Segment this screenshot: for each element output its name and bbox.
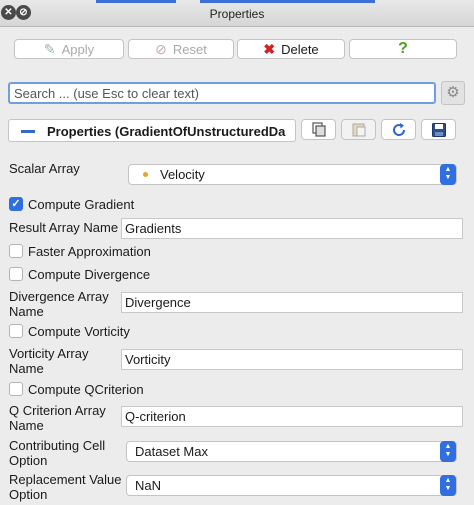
compute-divergence-label: Compute Divergence — [28, 267, 151, 282]
faster-approximation-label: Faster Approximation — [28, 244, 151, 259]
paste-button[interactable] — [341, 119, 376, 140]
result-array-name-label: Result Array Name — [9, 220, 119, 235]
window-title: Properties — [209, 7, 265, 21]
apply-button[interactable]: ✎ Apply — [14, 39, 124, 59]
contributing-cell-value: Dataset Max — [135, 444, 208, 459]
divergence-array-label: Divergence Array Name — [9, 289, 109, 319]
contributing-cell-label: Contributing Cell Option — [9, 438, 105, 468]
collapse-icon[interactable] — [21, 130, 35, 133]
reset-label: Reset — [172, 41, 207, 57]
compute-qcriterion-label: Compute QCriterion — [28, 382, 144, 397]
help-button[interactable]: ? — [349, 39, 457, 59]
delete-label: Delete — [281, 41, 319, 57]
apply-label: Apply — [61, 41, 95, 57]
compute-divergence-checkbox[interactable] — [9, 267, 23, 281]
qcriterion-array-label: Q Criterion Array Name — [9, 403, 106, 433]
point-data-icon — [143, 172, 148, 177]
section-header[interactable]: Properties (GradientOfUnstructuredDa — [8, 119, 296, 142]
replacement-value-select[interactable]: NaN ▲ ▼ — [126, 475, 457, 496]
divergence-array-input[interactable]: Divergence — [121, 292, 463, 313]
replacement-value-label-line2: Option — [9, 487, 48, 502]
faster-approximation-checkbox[interactable] — [9, 244, 23, 258]
paste-icon — [352, 123, 365, 137]
section-title: Properties (GradientOfUnstructuredDa — [47, 124, 286, 139]
tab-indicator-2 — [200, 0, 375, 3]
vorticity-array-label-line2: Name — [9, 361, 44, 376]
gear-icon[interactable]: ⚙ — [441, 81, 465, 105]
contributing-cell-select[interactable]: Dataset Max ▲ ▼ — [126, 441, 457, 462]
dropdown-arrow-icon: ▲ ▼ — [440, 475, 456, 496]
save-icon — [431, 122, 446, 137]
reset-button[interactable]: ⊘ Reset — [128, 39, 234, 59]
qcriterion-array-label-line2: Name — [9, 418, 44, 433]
copy-button[interactable] — [301, 119, 336, 140]
vorticity-array-label: Vorticity Array Name — [9, 346, 88, 376]
refresh-icon — [392, 122, 405, 136]
compute-vorticity-label: Compute Vorticity — [28, 324, 130, 339]
divergence-array-label-line1: Divergence Array — [9, 289, 109, 304]
apply-icon: ✎ — [43, 40, 56, 57]
vorticity-array-label-line1: Vorticity Array — [9, 346, 89, 361]
delete-button[interactable]: ✖ Delete — [237, 39, 345, 59]
title-bar: ✕ ⊘ Properties — [0, 0, 474, 27]
help-icon: ? — [398, 40, 408, 57]
replacement-value-label-line1: Replacement Value — [9, 472, 122, 487]
compute-vorticity-checkbox[interactable] — [9, 324, 23, 338]
replacement-value-value: NaN — [135, 478, 162, 493]
dropdown-arrow-icon: ▲ ▼ — [440, 441, 456, 462]
scalar-array-label: Scalar Array — [9, 161, 80, 176]
divergence-array-label-line2: Name — [9, 304, 44, 319]
refresh-button[interactable] — [381, 119, 416, 140]
vorticity-array-input[interactable]: Vorticity — [121, 349, 463, 370]
result-array-name-input[interactable]: Gradients — [121, 218, 463, 239]
contributing-cell-label-line1: Contributing Cell — [9, 438, 106, 453]
compute-gradient-checkbox[interactable]: ✓ — [9, 197, 23, 211]
contributing-cell-label-line2: Option — [9, 453, 48, 468]
reset-icon: ⊘ — [155, 40, 167, 57]
copy-icon — [311, 122, 326, 137]
dropdown-arrow-icon: ▲ ▼ — [440, 164, 456, 185]
scalar-array-value: Velocity — [160, 167, 205, 182]
replacement-value-label: Replacement Value Option — [9, 472, 122, 502]
delete-icon: ✖ — [263, 40, 276, 57]
compute-qcriterion-checkbox[interactable] — [9, 382, 23, 396]
qcriterion-array-input[interactable]: Q-criterion — [121, 406, 463, 427]
search-input[interactable]: Search ... (use Esc to clear text) — [8, 82, 436, 104]
save-button[interactable] — [421, 119, 456, 140]
compute-gradient-label: Compute Gradient — [28, 197, 135, 212]
qcriterion-array-label-line1: Q Criterion Array — [9, 403, 106, 418]
tab-indicator — [96, 0, 176, 3]
scalar-array-select[interactable]: Velocity ▲ ▼ — [128, 164, 457, 185]
